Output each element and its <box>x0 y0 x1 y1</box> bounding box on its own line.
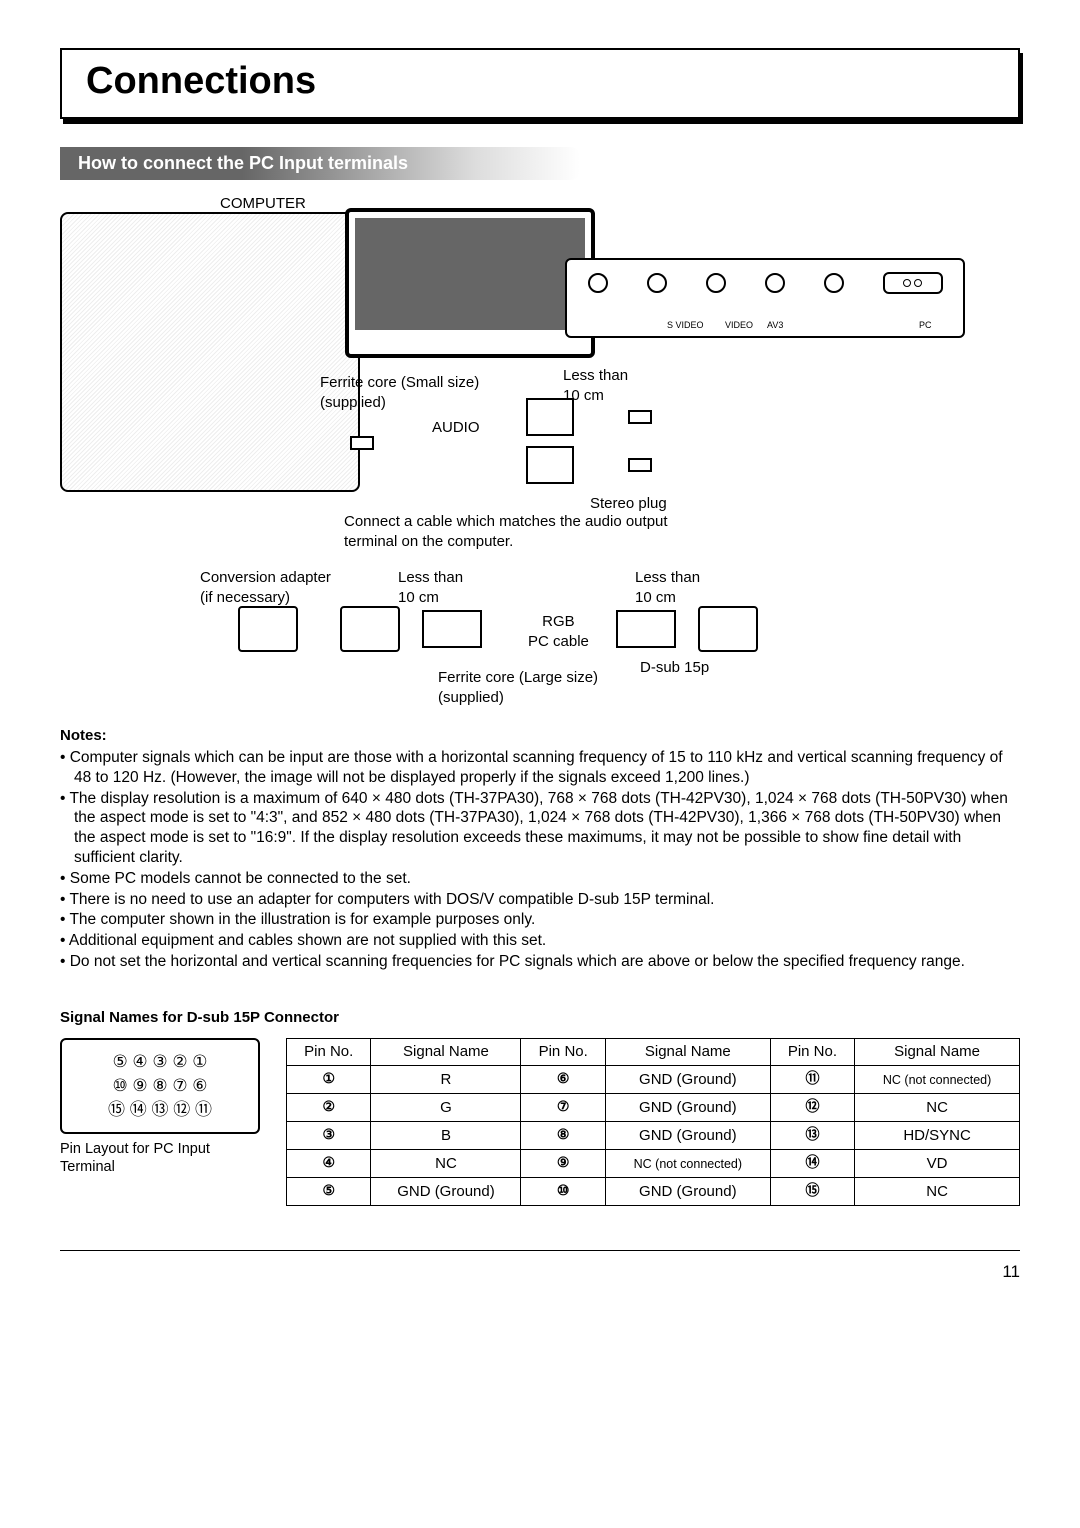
note-item: Computer signals which can be input are … <box>60 748 1020 788</box>
connection-diagram: COMPUTER S VIDEO VIDEO AV3 PC Ferrite co… <box>60 198 1020 718</box>
col-signal-name: Signal Name <box>855 1039 1020 1066</box>
table-header-row: Pin No. Signal Name Pin No. Signal Name … <box>287 1039 1020 1066</box>
less-than-10cm-right: Less than 10 cm <box>635 568 700 609</box>
page-title-box: Connections <box>60 48 1020 119</box>
page-number: 11 <box>60 1250 1020 1284</box>
vga-adapter-a <box>238 606 298 652</box>
note-item: The computer shown in the illustration i… <box>60 910 1020 930</box>
pc-port-label: PC <box>919 319 932 331</box>
note-item: Some PC models cannot be connected to th… <box>60 869 1020 889</box>
video-port-icon <box>706 273 726 293</box>
signal-names-table: Pin No. Signal Name Pin No. Signal Name … <box>286 1038 1020 1206</box>
note-item: Do not set the horizontal and vertical s… <box>60 952 1020 972</box>
dsub15p-label: D-sub 15p <box>640 658 709 678</box>
pin-layout-caption: Pin Layout for PC Input Terminal <box>60 1140 260 1178</box>
note-item: The display resolution is a maximum of 6… <box>60 789 1020 868</box>
less-than-10cm-left: Less than 10 cm <box>398 568 463 609</box>
ferrite-large-label: Ferrite core (Large size) (supplied) <box>438 668 598 709</box>
vga-adapter-b <box>340 606 400 652</box>
col-pin-no: Pin No. <box>770 1039 854 1066</box>
notes-section: Notes: Computer signals which can be inp… <box>60 726 1020 972</box>
tv-illustration <box>345 208 595 358</box>
page-title: Connections <box>86 56 994 107</box>
svideo-port-icon <box>647 273 667 293</box>
ferrite-small-label: Ferrite core (Small size) (supplied) <box>320 373 479 414</box>
table-row: ③ B ⑧ GND (Ground) ⑬ HD/SYNC <box>287 1122 1020 1150</box>
signal-names-heading: Signal Names for D-sub 15P Connector <box>60 1008 1020 1028</box>
table-row: ⑤ GND (Ground) ⑩ GND (Ground) ⑮ NC <box>287 1178 1020 1206</box>
col-pin-no: Pin No. <box>287 1039 371 1066</box>
notes-list: Computer signals which can be input are … <box>60 748 1020 972</box>
audio-label: AUDIO <box>432 418 480 438</box>
ferrite-large-1 <box>422 610 482 648</box>
ferrite-small-2 <box>526 446 574 484</box>
table-row: ④ NC ⑨ NC (not connected) ⑭ VD <box>287 1150 1020 1178</box>
table-row: ① R ⑥ GND (Ground) ⑪ NC (not connected) <box>287 1066 1020 1094</box>
col-signal-name: Signal Name <box>605 1039 770 1066</box>
col-signal-name: Signal Name <box>371 1039 521 1066</box>
signal-names-row: ⑤ ④ ③ ② ① ⑩ ⑨ ⑧ ⑦ ⑥ ⑮ ⑭ ⑬ ⑫ ⑪ Pin Layout… <box>60 1038 1020 1206</box>
vga-port-icon <box>883 272 943 294</box>
pin-layout-frame: ⑤ ④ ③ ② ① ⑩ ⑨ ⑧ ⑦ ⑥ ⑮ ⑭ ⑬ ⑫ ⑪ Pin Layout… <box>60 1038 260 1177</box>
ferrite-large-2 <box>616 610 676 648</box>
vga-connector-end <box>698 606 758 652</box>
notes-heading: Notes: <box>60 726 1020 746</box>
col-pin-no: Pin No. <box>521 1039 605 1066</box>
note-item: There is no need to use an adapter for c… <box>60 890 1020 910</box>
svideo-port-label: S VIDEO <box>667 319 704 331</box>
pin-row: ⑩ ⑨ ⑧ ⑦ ⑥ <box>68 1074 252 1098</box>
connect-cable-note: Connect a cable which matches the audio … <box>344 512 704 553</box>
rear-port-panel: S VIDEO VIDEO AV3 PC <box>565 258 965 338</box>
av3-port-label: AV3 <box>767 319 783 331</box>
laptop-illustration <box>60 212 360 492</box>
pin-row: ⑮ ⑭ ⑬ ⑫ ⑪ <box>68 1098 252 1122</box>
computer-label: COMPUTER <box>220 194 306 214</box>
audio-l-port-icon <box>765 273 785 293</box>
pin-row: ⑤ ④ ③ ② ① <box>68 1050 252 1074</box>
video-port-label: VIDEO <box>725 319 753 331</box>
audio-r-port-icon <box>824 273 844 293</box>
ferrite-small-1 <box>526 398 574 436</box>
audio-mini-plug <box>350 436 374 450</box>
headphone-port-icon <box>588 273 608 293</box>
pin-layout-diagram: ⑤ ④ ③ ② ① ⑩ ⑨ ⑧ ⑦ ⑥ ⑮ ⑭ ⑬ ⑫ ⑪ <box>60 1038 260 1133</box>
table-row: ② G ⑦ GND (Ground) ⑫ NC <box>287 1094 1020 1122</box>
rgb-pc-cable-label: RGB PC cable <box>528 612 589 653</box>
rca-plug-1 <box>628 410 652 424</box>
rca-plug-2 <box>628 458 652 472</box>
conversion-adapter-label: Conversion adapter (if necessary) <box>200 568 331 609</box>
section-heading: How to connect the PC Input terminals <box>60 147 580 179</box>
note-item: Additional equipment and cables shown ar… <box>60 931 1020 951</box>
